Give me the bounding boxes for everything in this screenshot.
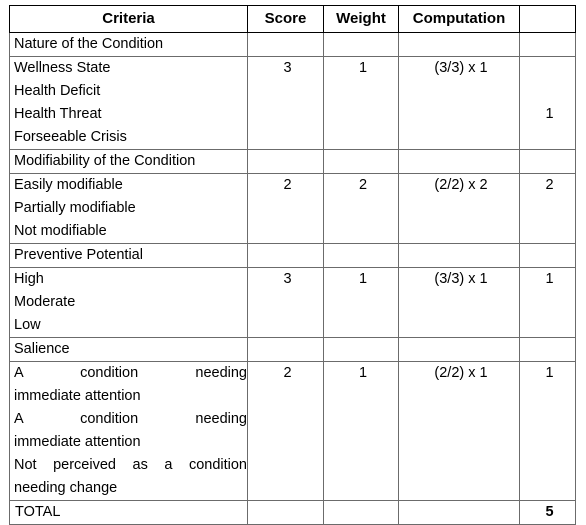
option-forseeable-crisis: Forseeable Crisis [14, 129, 127, 145]
score-value-salience: 2 [247, 361, 324, 501]
score-value-preventive: 3 [247, 267, 324, 338]
options-cell-salience: A condition needing immediate attention … [9, 361, 248, 501]
table-row: Nature of the Condition [9, 32, 576, 57]
computation-value-salience: (2/2) x 1 [398, 361, 520, 501]
option-low: Low [14, 317, 41, 333]
column-header-score: Score [247, 5, 324, 33]
option-moderate: Moderate [14, 294, 76, 310]
option-partially-modifiable: Partially modifiable [14, 200, 136, 216]
scoring-table: Criteria Score Weight Computation Nature… [9, 5, 576, 525]
options-cell-nature-of-the-condition: Wellness State Health Deficit Health Thr… [9, 56, 248, 150]
table-row: Salience [9, 337, 576, 362]
section-heading-weight-cell [323, 32, 399, 57]
computation-value-modifiability: (2/2) x 2 [398, 173, 520, 244]
section-heading-total-cell [519, 149, 576, 174]
table-row: Modifiability of the Condition [9, 149, 576, 174]
header-row: Criteria Score Weight Computation [9, 5, 576, 33]
option-condition-needing-immediate-attention-2-line1: A condition needing [14, 411, 247, 427]
table-body: Nature of the Condition Wellness State H… [9, 32, 576, 525]
section-heading-modifiability-of-the-condition: Modifiability of the Condition [9, 149, 248, 174]
section-heading-score-cell [247, 149, 324, 174]
column-header-weight: Weight [323, 5, 399, 33]
total-row-total: 5 [519, 500, 576, 525]
options-cell-preventive-potential: High Moderate Low [9, 267, 248, 338]
option-high: High [14, 271, 44, 287]
table-row: A condition needing immediate attention … [9, 361, 576, 501]
option-condition-needing-immediate-attention-2-line2: immediate attention [14, 434, 141, 450]
column-header-computation: Computation [398, 5, 520, 33]
total-row-computation [398, 500, 520, 525]
table-row: High Moderate Low 3 1 (3/3) x 1 1 [9, 267, 576, 338]
section-heading-score-cell [247, 32, 324, 57]
option-condition-needing-immediate-attention-1-line2: immediate attention [14, 388, 141, 404]
score-value-nature: 3 [247, 56, 324, 150]
options-cell-modifiability: Easily modifiable Partially modifiable N… [9, 173, 248, 244]
option-condition-needing-immediate-attention-1-line1: A condition needing [14, 365, 247, 381]
section-heading-weight-cell [323, 243, 399, 268]
table-row-total: TOTAL 5 [9, 500, 576, 525]
table-row: Wellness State Health Deficit Health Thr… [9, 56, 576, 150]
weight-value-salience: 1 [323, 361, 399, 501]
total-value-preventive: 1 [519, 267, 576, 338]
total-value-nature: 1 [519, 56, 576, 150]
option-not-modifiable: Not modifiable [14, 223, 107, 239]
section-heading-total-cell [519, 32, 576, 57]
section-heading-computation-cell [398, 149, 520, 174]
section-heading-salience: Salience [9, 337, 248, 362]
weight-value-nature: 1 [323, 56, 399, 150]
section-heading-computation-cell [398, 32, 520, 57]
score-value-modifiability: 2 [247, 173, 324, 244]
family-nursing-care-plan-scoring-table: Criteria Score Weight Computation Nature… [9, 5, 576, 525]
option-not-perceived-as-a-condition-needing-change-line1: Not perceived as a condition [14, 457, 247, 473]
column-header-total [519, 5, 576, 33]
total-value-modifiability: 2 [519, 173, 576, 244]
column-header-criteria: Criteria [9, 5, 248, 33]
option-easily-modifiable: Easily modifiable [14, 177, 123, 193]
section-heading-weight-cell [323, 149, 399, 174]
option-wellness-state: Wellness State [14, 60, 111, 76]
total-row-weight [323, 500, 399, 525]
table-row: Easily modifiable Partially modifiable N… [9, 173, 576, 244]
section-heading-computation-cell [398, 243, 520, 268]
total-value-salience: 1 [519, 361, 576, 501]
computation-value-preventive: (3/3) x 1 [398, 267, 520, 338]
table-header: Criteria Score Weight Computation [9, 5, 576, 33]
weight-value-modifiability: 2 [323, 173, 399, 244]
section-heading-weight-cell [323, 337, 399, 362]
section-heading-score-cell [247, 337, 324, 362]
section-heading-preventive-potential: Preventive Potential [9, 243, 248, 268]
total-row-label: TOTAL [9, 500, 248, 525]
section-heading-score-cell [247, 243, 324, 268]
computation-value-nature: (3/3) x 1 [398, 56, 520, 150]
table-row: Preventive Potential [9, 243, 576, 268]
option-health-deficit: Health Deficit [14, 83, 101, 99]
section-heading-total-cell [519, 337, 576, 362]
weight-value-preventive: 1 [323, 267, 399, 338]
section-heading-nature-of-the-condition: Nature of the Condition [9, 32, 248, 57]
option-health-threat: Health Threat [14, 106, 102, 122]
total-row-score [247, 500, 324, 525]
option-not-perceived-as-a-condition-needing-change-line2: needing change [14, 480, 118, 496]
section-heading-computation-cell [398, 337, 520, 362]
section-heading-total-cell [519, 243, 576, 268]
